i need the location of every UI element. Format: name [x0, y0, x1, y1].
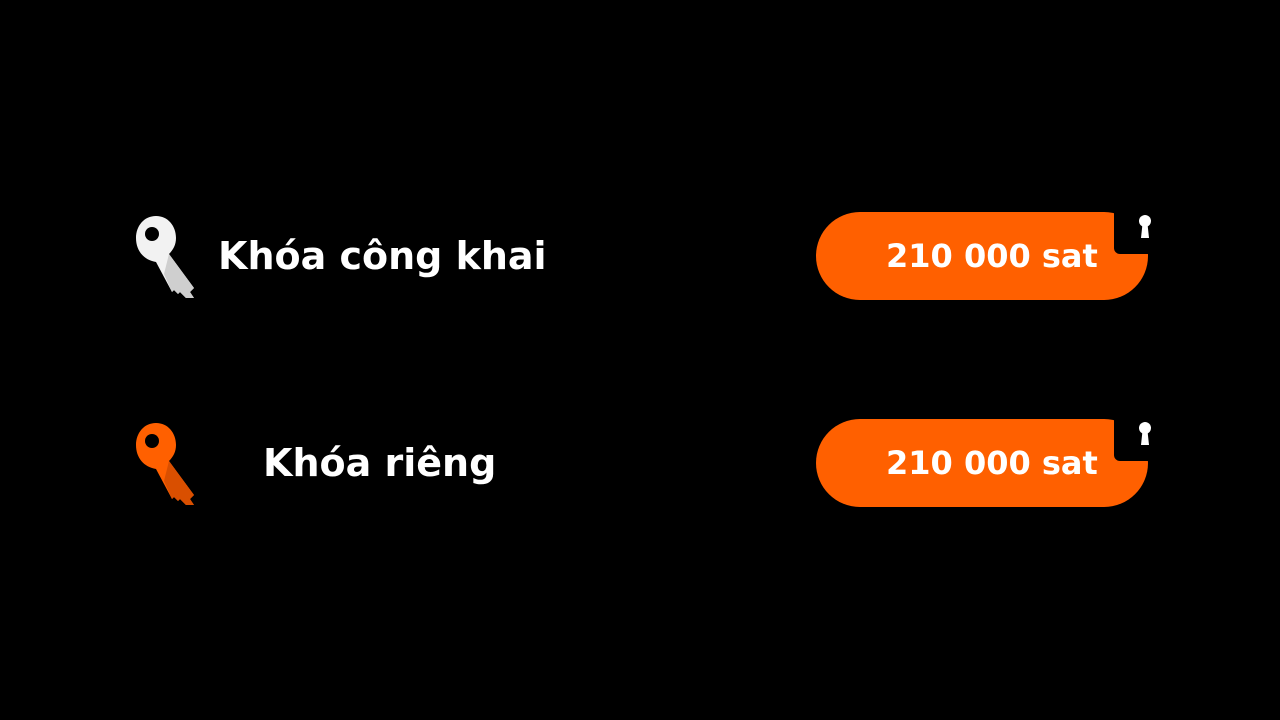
public-key-amount: 210 000 sat: [886, 237, 1098, 275]
stage: Khóa công khai 210 000 sat Khóa riêng 21…: [0, 0, 1280, 720]
keyhole-icon: [1138, 214, 1152, 240]
white-key-icon: [134, 214, 200, 300]
orange-key-icon: [134, 421, 200, 507]
public-key-row: Khóa công khai 210 000 sat: [0, 206, 1280, 306]
public-key-label: Khóa công khai: [218, 234, 547, 278]
private-key-amount-badge: 210 000 sat: [816, 417, 1152, 507]
private-key-amount: 210 000 sat: [886, 444, 1098, 482]
keyhole-icon: [1138, 421, 1152, 447]
private-key-label: Khóa riêng: [263, 441, 497, 485]
private-key-row: Khóa riêng 210 000 sat: [0, 413, 1280, 513]
public-key-amount-badge: 210 000 sat: [816, 210, 1152, 300]
